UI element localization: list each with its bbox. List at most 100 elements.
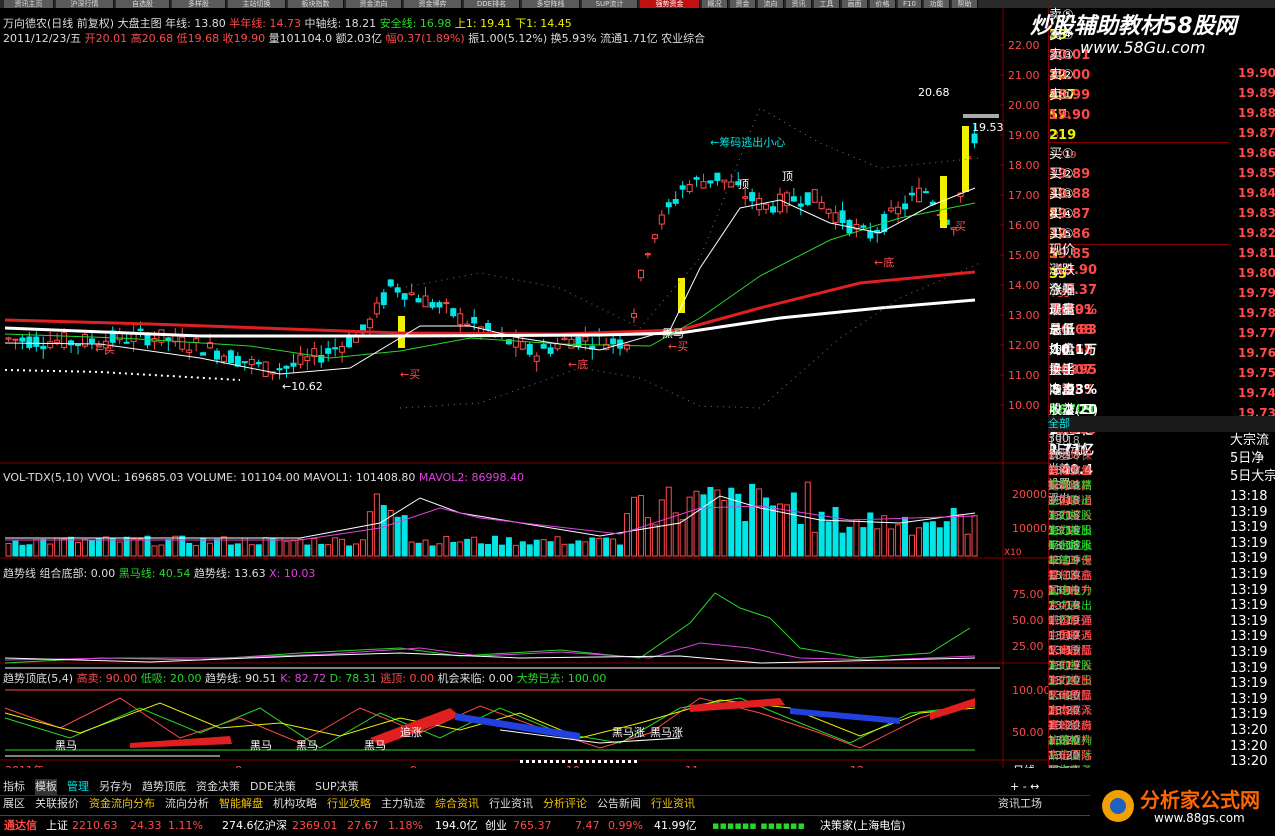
toolbar-button-4[interactable]: 主站切换: [228, 0, 286, 8]
indicator-tab[interactable]: 管理: [67, 779, 89, 795]
candle-body: [519, 341, 526, 350]
info-tab[interactable]: 展区: [3, 796, 25, 812]
toolbar-button-3[interactable]: 多样股: [172, 0, 226, 8]
info-tab[interactable]: 公告新闻: [597, 796, 641, 812]
side-time: 13:19: [1230, 582, 1275, 598]
toolbar-button-19[interactable]: F10: [898, 0, 922, 8]
tick-square: [550, 760, 553, 763]
candle-body: [88, 338, 95, 344]
volume-bar: [26, 544, 33, 557]
toolbar-button-13[interactable]: 资金: [730, 0, 756, 8]
quote-separator: [1049, 142, 1229, 143]
toolbar-button-8[interactable]: DDE排名: [464, 0, 520, 8]
bar-high: 高20.68: [130, 32, 174, 45]
toolbar-button-17[interactable]: 画面: [842, 0, 868, 8]
info-tab[interactable]: 综合资讯: [435, 796, 479, 812]
indicator-tab[interactable]: SUP决策: [315, 779, 359, 795]
info-tab-right[interactable]: 资讯工场: [998, 796, 1042, 812]
chart-title: 万向德农(日线 前复权) 大盘主图: [3, 17, 162, 30]
trend-x-line: [4, 642, 976, 661]
x-axis-label: 9: [410, 764, 417, 768]
tape-price: 19.78: [1238, 306, 1275, 320]
volume-bar: [422, 539, 429, 557]
volume-bar: [540, 539, 547, 557]
info-tab[interactable]: 分析评论: [543, 796, 587, 812]
toolbar-button-15[interactable]: 资讯: [786, 0, 812, 8]
topbottom-sell: 高卖: 90.00: [76, 672, 138, 685]
indicator-tab[interactable]: 资金决策: [196, 779, 240, 795]
tick-square: [568, 760, 571, 763]
info-tab[interactable]: 机构攻略: [273, 796, 317, 812]
candle-body: [526, 344, 533, 355]
volume-bar: [283, 540, 290, 557]
toolbar-button-10[interactable]: SUP流计: [582, 0, 638, 8]
volume-bar: [881, 515, 888, 557]
toolbar-button-14[interactable]: 流向: [758, 0, 784, 8]
volume-bar: [366, 511, 373, 557]
trend-axis-label: 50.00: [1012, 614, 1044, 627]
scroll-controls[interactable]: + - ↔: [1010, 779, 1039, 795]
indicator-tab[interactable]: DDE决策: [250, 779, 296, 795]
candle-body: [763, 203, 770, 210]
side-time: 13:19: [1230, 645, 1275, 660]
toolbar-button-9[interactable]: 多空阵线: [522, 0, 580, 8]
candle-body: [651, 234, 658, 240]
toolbar-button-18[interactable]: 价格: [870, 0, 896, 8]
toolbar-button-21[interactable]: 帮助: [952, 0, 978, 8]
volume-bar: [832, 506, 839, 557]
volume-bar: [526, 544, 533, 557]
volume-bar: [478, 543, 485, 557]
quote-buy-label: 买③: [1049, 187, 1074, 202]
status-sh-value: 2210.63: [72, 819, 118, 832]
info-tab[interactable]: 智能解盘: [219, 796, 263, 812]
toolbar-button-2[interactable]: 自选股: [116, 0, 170, 8]
volume-bar: [346, 545, 353, 557]
info-tab[interactable]: 流向分析: [165, 796, 209, 812]
status-sh-label: 上证: [46, 819, 68, 832]
indicator-tab[interactable]: 模板: [35, 779, 57, 795]
chart-area[interactable]: 22.00 21.00 20.00 19.00 18.00 17.00 16.00 15.00…: [0, 8, 1051, 777]
toolbar-button-5[interactable]: 板块指数: [288, 0, 344, 8]
candle-body: [547, 347, 554, 354]
info-tab[interactable]: 资金流向分布: [89, 796, 155, 812]
indicator-tab[interactable]: 另存为: [99, 779, 132, 795]
info-tab[interactable]: 关联报价: [35, 796, 79, 812]
volume-bar: [888, 528, 895, 557]
candle-body: [262, 361, 269, 377]
volume-bar: [75, 541, 81, 557]
toolbar-button-1[interactable]: 沪深行情: [56, 0, 114, 8]
indicator-tab[interactable]: 指标: [3, 779, 25, 795]
volume-bar: [568, 543, 575, 557]
volume-bar: [498, 544, 505, 557]
info-tab[interactable]: 行业资讯: [651, 796, 695, 812]
toolbar-button-0[interactable]: 资讯主页: [4, 0, 54, 8]
info-tab[interactable]: 行业资讯: [489, 796, 533, 812]
toolbar-button-20[interactable]: 功能: [924, 0, 950, 8]
volume-bar: [200, 537, 207, 557]
candle-body: [429, 302, 436, 308]
kline-chart-svg[interactable]: 22.00 21.00 20.00 19.00 18.00 17.00 16.00 15.00…: [0, 8, 1051, 777]
toolbar-button-7[interactable]: 资金博弈: [404, 0, 462, 8]
volume-bar: [839, 532, 846, 557]
vol-volume: VOLUME: 101104.00: [187, 471, 300, 484]
status-sz-value: 2369.01: [292, 819, 338, 832]
bottom-signal-2: ←底: [874, 255, 894, 269]
candle-body: [380, 292, 387, 306]
toolbar-button-6[interactable]: 资金流向: [346, 0, 402, 8]
info-tab[interactable]: 行业攻略: [327, 796, 371, 812]
info-tab[interactable]: 主力轨迹: [381, 796, 425, 812]
volume-bar: [325, 544, 332, 557]
volume-bar: [318, 543, 325, 557]
toolbar-button-12[interactable]: 概况: [702, 0, 728, 8]
ticker-tab[interactable]: 全部: [1048, 416, 1275, 431]
toolbar-button-11[interactable]: 强势资金: [640, 0, 700, 8]
status-sz-pct: 1.18%: [388, 819, 423, 832]
ticker-tab-bar: 全部 300 自选 当前 设置 浮出: [1048, 416, 1275, 505]
indicator-tab[interactable]: 趋势顶底: [142, 779, 186, 795]
volume-bar: [707, 486, 714, 557]
vol-mavol1: MAVOL1: 101408.80: [303, 471, 416, 484]
candle-body: [561, 337, 568, 341]
volume-bar: [415, 542, 422, 557]
toolbar-button-16[interactable]: 工具: [814, 0, 840, 8]
market-ticker[interactable]: 全部 300 自选 当前 设置 浮出 13:18 创业环保 区间放量 6.102 13:18 晋亿实业…: [1048, 416, 1275, 768]
